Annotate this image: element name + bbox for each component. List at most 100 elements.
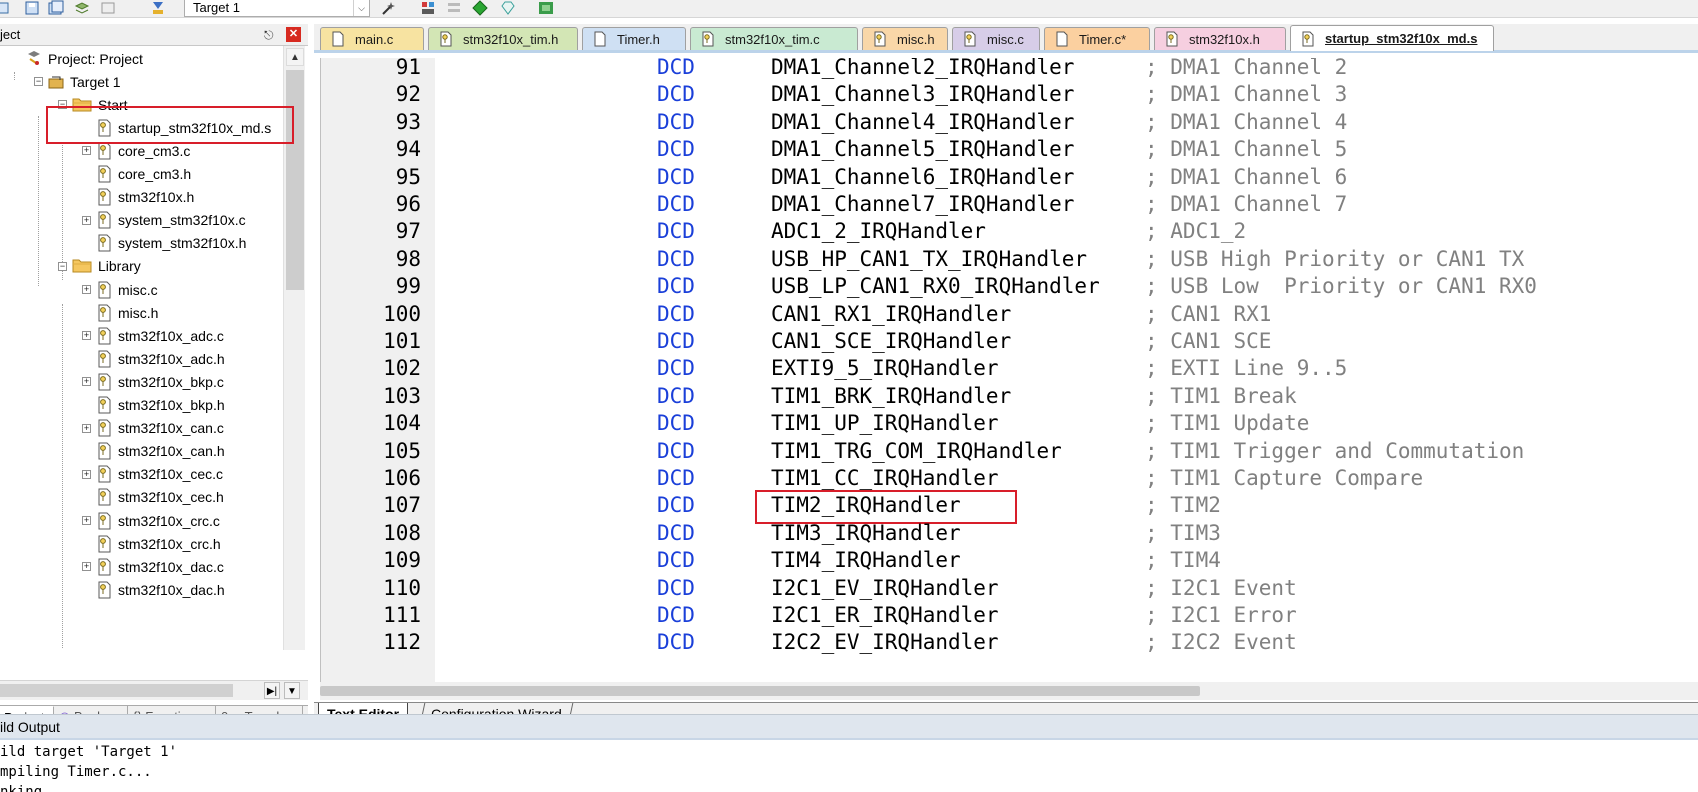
- code-line[interactable]: 112 DCD I2C2_EV_IRQHandler ; I2C2 Event: [321, 629, 1698, 656]
- tree-item-stm32f10x-adc-h[interactable]: stm32f10x_adc.h: [96, 346, 225, 371]
- code-line[interactable]: 101 DCD CAN1_SCE_IRQHandler ; CAN1 SCE: [321, 328, 1698, 355]
- code-line[interactable]: 109 DCD TIM4_IRQHandler ; TIM4: [321, 547, 1698, 574]
- tree-item-startup-stm32f10x-md-s[interactable]: startup_stm32f10x_md.s: [96, 115, 271, 140]
- tree-item-system-stm32f10x-h[interactable]: system_stm32f10x.h: [96, 231, 246, 256]
- green-diamond-icon[interactable]: [472, 0, 488, 16]
- code-comment: ; DMA1 Channel 4: [1145, 109, 1348, 134]
- code-line[interactable]: 100 DCD CAN1_RX1_IRQHandler ; CAN1 RX1: [321, 301, 1698, 328]
- asm-directive: DCD: [657, 520, 695, 545]
- tree-vertical-scrollbar[interactable]: ▲: [283, 46, 305, 650]
- tree-item-stm32f10x-crc-c[interactable]: + stm32f10x_crc.c: [82, 508, 220, 533]
- options-icon[interactable]: [446, 0, 462, 16]
- code-line[interactable]: 111 DCD I2C1_ER_IRQHandler ; I2C1 Error: [321, 602, 1698, 629]
- manage-components-icon[interactable]: [420, 0, 436, 16]
- expand-icon[interactable]: +: [82, 331, 91, 341]
- code-editor[interactable]: 91 DCD DMA1_Channel2_IRQHandler ; DMA1 Chan…: [320, 58, 1698, 682]
- tree-guide-line: [62, 142, 63, 280]
- pin-icon[interactable]: ⎋: [264, 28, 274, 43]
- file-tab-timer-h[interactable]: Timer.h: [582, 27, 686, 50]
- expand-icon[interactable]: +: [82, 469, 91, 479]
- code-line[interactable]: 96 DCD DMA1_Channel7_IRQHandler ; DMA1 Chan…: [321, 191, 1698, 218]
- code-line[interactable]: 106 DCD TIM1_CC_IRQHandler ; TIM1 Capture C…: [321, 465, 1698, 492]
- file-tab-startup-stm32f10x-md-s[interactable]: startup_stm32f10x_md.s: [1290, 25, 1494, 51]
- code-line[interactable]: 107 DCD TIM2_IRQHandler ; TIM2: [321, 492, 1698, 519]
- scrollbar-thumb[interactable]: [0, 684, 233, 697]
- scroll-dropdown-icon[interactable]: ▼: [284, 682, 300, 699]
- tree-item-stm32f10x-h[interactable]: stm32f10x.h: [96, 185, 194, 210]
- code-line[interactable]: 92 DCD DMA1_Channel3_IRQHandler ; DMA1 Chan…: [321, 81, 1698, 108]
- file-tab-stm32f10x-tim-h[interactable]: stm32f10x_tim.h: [428, 27, 578, 50]
- toolbar-icon-left[interactable]: [0, 0, 16, 16]
- tree-item-target-1[interactable]: − Target 1: [34, 69, 121, 94]
- code-line[interactable]: 91 DCD DMA1_Channel2_IRQHandler ; DMA1 Chan…: [321, 58, 1698, 81]
- expand-icon[interactable]: +: [82, 516, 91, 525]
- expand-icon[interactable]: +: [82, 562, 91, 572]
- save-icon[interactable]: [24, 0, 40, 16]
- window-icon[interactable]: [100, 0, 116, 16]
- file-tab-misc-h[interactable]: misc.h: [862, 27, 948, 50]
- code-line[interactable]: 102 DCD EXTI9_5_IRQHandler ; EXTI Line 9..5: [321, 355, 1698, 382]
- tree-item-library[interactable]: − Library: [58, 254, 141, 279]
- code-line[interactable]: 104 DCD TIM1_UP_IRQHandler ; TIM1 Update: [321, 410, 1698, 437]
- line-number: 110: [383, 575, 421, 600]
- code-line[interactable]: 110 DCD I2C1_EV_IRQHandler ; I2C1 Event: [321, 575, 1698, 602]
- scrollbar-thumb[interactable]: [286, 70, 304, 290]
- tree-item-stm32f10x-adc-c[interactable]: + stm32f10x_adc.c: [82, 323, 224, 348]
- magic-wand-icon[interactable]: [380, 0, 396, 16]
- file-tab-stm32f10x-h[interactable]: stm32f10x.h: [1154, 27, 1286, 50]
- save-all-icon[interactable]: [48, 0, 64, 16]
- scroll-right-icon[interactable]: ▶|: [264, 682, 280, 699]
- tree-item-system-stm32f10x-c[interactable]: + system_stm32f10x.c: [82, 208, 246, 233]
- tree-item-misc-h[interactable]: misc.h: [96, 300, 158, 325]
- expand-icon[interactable]: +: [82, 146, 91, 156]
- target-select[interactable]: Target 1 ⌵: [184, 0, 370, 17]
- file-tab-misc-c[interactable]: misc.c: [952, 27, 1040, 50]
- code-horizontal-scrollbar[interactable]: [320, 682, 1698, 700]
- code-line[interactable]: 97 DCD ADC1_2_IRQHandler ; ADC1_2: [321, 218, 1698, 245]
- tree-item-stm32f10x-can-c[interactable]: + stm32f10x_can.c: [82, 416, 224, 441]
- code-line[interactable]: 103 DCD TIM1_BRK_IRQHandler ; TIM1 Break: [321, 383, 1698, 410]
- pack-installer-icon[interactable]: [538, 0, 554, 16]
- tree-item-stm32f10x-cec-c[interactable]: + stm32f10x_cec.c: [82, 462, 223, 487]
- tree-item-core-cm3-c[interactable]: + core_cm3.c: [82, 138, 190, 163]
- handler-symbol: USB_HP_CAN1_TX_IRQHandler: [771, 246, 1088, 271]
- layers-icon[interactable]: [74, 0, 90, 16]
- expand-icon[interactable]: +: [82, 423, 91, 433]
- code-line[interactable]: 98 DCD USB_HP_CAN1_TX_IRQHandler ; USB High…: [321, 246, 1698, 273]
- tree-item-stm32f10x-cec-h[interactable]: stm32f10x_cec.h: [96, 485, 224, 510]
- tree-item-project-project[interactable]: Project: Project: [26, 46, 143, 71]
- gem-icon[interactable]: [500, 0, 516, 16]
- code-line[interactable]: 105 DCD TIM1_TRG_COM_IRQHandler ; TIM1 Trig…: [321, 438, 1698, 465]
- tree-item-start[interactable]: − Start: [58, 92, 128, 117]
- code-line[interactable]: 95 DCD DMA1_Channel6_IRQHandler ; DMA1 Chan…: [321, 164, 1698, 191]
- tree-item-stm32f10x-dac-h[interactable]: stm32f10x_dac.h: [96, 577, 225, 602]
- output-line: mpiling Timer.c...: [0, 764, 152, 780]
- tree-horizontal-scrollbar[interactable]: ▶| ▼: [0, 680, 308, 700]
- code-line[interactable]: 108 DCD TIM3_IRQHandler ; TIM3: [321, 520, 1698, 547]
- file-tab-main-c[interactable]: main.c: [320, 27, 424, 50]
- tree-item-misc-c[interactable]: + misc.c: [82, 277, 158, 302]
- close-icon[interactable]: ✕: [286, 27, 301, 42]
- expand-icon[interactable]: +: [82, 215, 91, 225]
- chevron-down-icon[interactable]: ⌵: [353, 0, 369, 16]
- collapse-icon[interactable]: −: [58, 261, 67, 271]
- file-tab-stm32f10x-tim-c[interactable]: stm32f10x_tim.c: [690, 27, 858, 50]
- file-tab-timer-c[interactable]: Timer.c*: [1044, 27, 1150, 50]
- tree-item-stm32f10x-crc-h[interactable]: stm32f10x_crc.h: [96, 531, 221, 556]
- collapse-icon[interactable]: −: [58, 100, 67, 110]
- target-select-value: Target 1: [193, 0, 240, 15]
- scroll-up-icon[interactable]: ▲: [286, 48, 304, 66]
- tree-item-core-cm3-h[interactable]: core_cm3.h: [96, 162, 191, 187]
- tree-item-stm32f10x-can-h[interactable]: stm32f10x_can.h: [96, 439, 225, 464]
- code-line[interactable]: 93 DCD DMA1_Channel4_IRQHandler ; DMA1 Chan…: [321, 109, 1698, 136]
- scrollbar-thumb[interactable]: [320, 686, 1200, 696]
- code-line[interactable]: 94 DCD DMA1_Channel5_IRQHandler ; DMA1 Chan…: [321, 136, 1698, 163]
- expand-icon[interactable]: +: [82, 377, 91, 387]
- build-target-icon[interactable]: [150, 0, 166, 16]
- code-line[interactable]: 99 DCD USB_LP_CAN1_RX0_IRQHandler ; USB Low…: [321, 273, 1698, 300]
- tree-item-stm32f10x-dac-c[interactable]: + stm32f10x_dac.c: [82, 554, 224, 579]
- expand-icon[interactable]: +: [82, 285, 91, 294]
- collapse-icon[interactable]: −: [34, 77, 43, 87]
- tree-item-stm32f10x-bkp-c[interactable]: + stm32f10x_bkp.c: [82, 369, 224, 394]
- tree-item-stm32f10x-bkp-h[interactable]: stm32f10x_bkp.h: [96, 393, 225, 418]
